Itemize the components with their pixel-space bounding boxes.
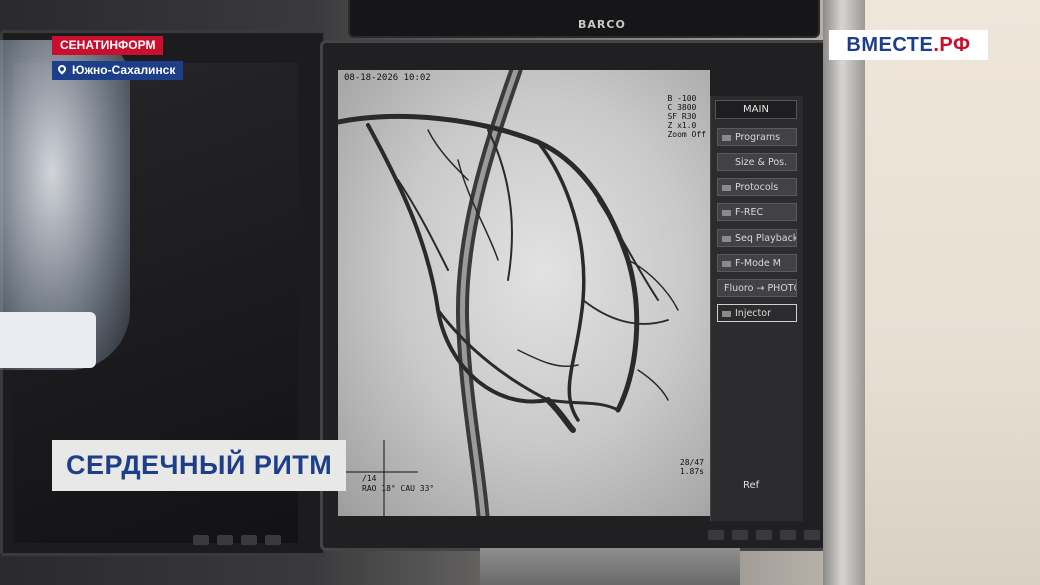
menu-item-f-mode[interactable]: F-Mode M xyxy=(717,254,797,272)
menu-item-fluoro-photo[interactable]: Fluoro → PHOTO xyxy=(717,279,797,297)
menu-item-f-rec[interactable]: F-REC xyxy=(717,203,797,221)
channel-suffix: .РФ xyxy=(933,34,971,56)
headline-caption: СЕРДЕЧНЫЙ РИТМ xyxy=(52,440,347,491)
param-line: B -100 xyxy=(667,94,697,103)
menu-item-programs[interactable]: Programs xyxy=(717,128,797,146)
image-params: B -100 C 3800 SF R30 Z x1.0 Zoom Off xyxy=(667,94,706,139)
channel-name: ВМЕСТЕ xyxy=(846,34,934,56)
menu-item-label: Fluoro → PHOTO xyxy=(724,283,797,294)
equipment-pole xyxy=(823,0,865,585)
menu-item-icon xyxy=(722,260,731,267)
left-monitor-buttons xyxy=(193,535,281,545)
location-pin-icon xyxy=(56,63,68,75)
frame-counter: /14 xyxy=(362,474,377,483)
menu-item-label: Seq Playback xyxy=(735,233,797,244)
frame-time: 1.87s xyxy=(679,467,704,476)
param-line: Zoom Off xyxy=(667,130,706,139)
angiography-image: 08-18-2026 10:02 B -100 C 3800 SF R30 Z … xyxy=(338,70,710,516)
menu-item-label: Protocols xyxy=(735,182,779,193)
frame-info-right: 28/47 1.87s xyxy=(680,458,704,476)
menu-item-icon xyxy=(722,134,731,141)
menu-item-injector[interactable]: Injector xyxy=(717,304,797,322)
monitor-stand xyxy=(480,548,740,585)
menu-item-icon xyxy=(722,160,731,166)
angio-side-menu: MAIN Programs Size & Pos. Protocols F-RE… xyxy=(710,96,803,521)
top-monitor: BARCO xyxy=(348,0,820,38)
menu-item-icon xyxy=(722,235,731,242)
param-line: Z x1.0 xyxy=(667,121,697,130)
param-line: C 3800 xyxy=(667,103,697,112)
menu-item-label: Injector xyxy=(735,308,771,319)
room-wall-right xyxy=(860,0,1040,585)
location-tag: Южно-Сахалинск xyxy=(52,61,184,80)
image-datetime: 08-18-2026 10:02 xyxy=(344,73,431,83)
ref-label: Ref xyxy=(743,480,760,491)
channel-logo: ВМЕСТЕ.РФ xyxy=(829,30,988,60)
menu-item-size-pos[interactable]: Size & Pos. xyxy=(717,153,797,171)
param-line: SF R30 xyxy=(667,112,697,121)
cover-block xyxy=(0,312,96,368)
menu-item-icon xyxy=(722,310,731,317)
monitor-brand: BARCO xyxy=(578,18,626,31)
projection-angle: RAO 18° CAU 33° xyxy=(362,484,435,493)
menu-item-seq-playback[interactable]: Seq Playback xyxy=(717,229,797,247)
coronary-vessels xyxy=(338,70,679,516)
location-label: Южно-Сахалинск xyxy=(72,63,176,77)
frame-info: /14 RAO 18° CAU 33° xyxy=(362,474,434,494)
menu-item-icon xyxy=(722,209,731,216)
menu-item-protocols[interactable]: Protocols xyxy=(717,178,797,196)
menu-item-label: F-REC xyxy=(735,207,764,218)
menu-item-label: Size & Pos. xyxy=(735,157,788,168)
menu-item-label: F-Mode M xyxy=(735,258,781,269)
source-tag: СЕНАТИНФОРМ xyxy=(52,36,164,55)
menu-title: MAIN xyxy=(715,100,797,119)
menu-item-icon xyxy=(722,184,731,191)
main-monitor-buttons xyxy=(708,530,820,540)
menu-item-label: Programs xyxy=(735,132,781,143)
frame-index: 28/47 xyxy=(679,458,704,467)
